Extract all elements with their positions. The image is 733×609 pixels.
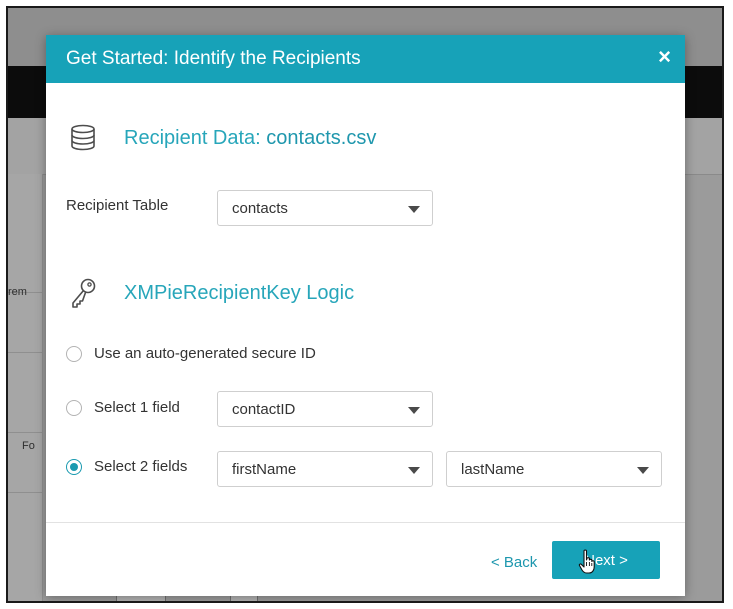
next-button[interactable]: Next > [552,541,660,579]
database-icon [66,123,100,153]
second-field-value: lastName [461,461,525,478]
background-side-cell [8,374,42,433]
screenshot-frame: rem Fo Get Started: Identify the Recipie… [6,6,724,603]
hand-pointer-icon [578,549,595,574]
first-field-select[interactable]: firstName [217,451,433,487]
option-select-1-field[interactable]: Select 1 field [66,399,180,416]
recipient-key-title: XMPieRecipientKey Logic [124,281,355,304]
background-label-fragment: rem [8,286,27,298]
get-started-dialog: Get Started: Identify the Recipients × R… [46,35,685,596]
radio-button-selected[interactable] [66,458,82,475]
recipient-data-prefix: Recipient Data: [124,126,267,149]
option-label: Select 1 field [94,399,180,416]
background-side-cell [8,294,42,353]
recipient-key-heading: XMPieRecipientKey Logic [66,277,354,309]
radio-button[interactable] [66,345,82,362]
chevron-down-icon [637,467,649,474]
dialog-title: Get Started: Identify the Recipients [66,48,361,69]
recipient-data-title: Recipient Data: contacts.csv [124,127,376,150]
chevron-down-icon [408,206,420,213]
second-field-select[interactable]: lastName [446,451,662,487]
first-field-value: firstName [232,461,297,478]
recipient-data-filename: contacts.csv [266,126,377,149]
chevron-down-icon [408,467,420,474]
single-field-select[interactable]: contactID [217,391,433,427]
background-side-cell [8,234,42,293]
background-label-fragment: Fo [22,440,35,452]
chevron-down-icon [408,407,420,414]
option-select-2-fields[interactable]: Select 2 fields [66,458,187,475]
dialog-header: Get Started: Identify the Recipients × [46,35,685,83]
single-field-value: contactID [232,401,296,418]
radio-button[interactable] [66,399,82,416]
close-button[interactable]: × [658,46,671,68]
recipient-table-value: contacts [232,200,288,217]
key-icon [66,278,100,308]
option-label: Select 2 fields [94,458,188,475]
recipient-table-label: Recipient Table [66,197,169,214]
recipient-data-heading: Recipient Data: contacts.csv [66,122,376,154]
option-label: Use an auto-generated secure ID [94,345,316,362]
background-side-column [8,174,43,601]
option-auto-generated-id[interactable]: Use an auto-generated secure ID [66,345,316,362]
recipient-table-select[interactable]: contacts [217,190,433,226]
back-button[interactable]: < Back [491,554,537,571]
